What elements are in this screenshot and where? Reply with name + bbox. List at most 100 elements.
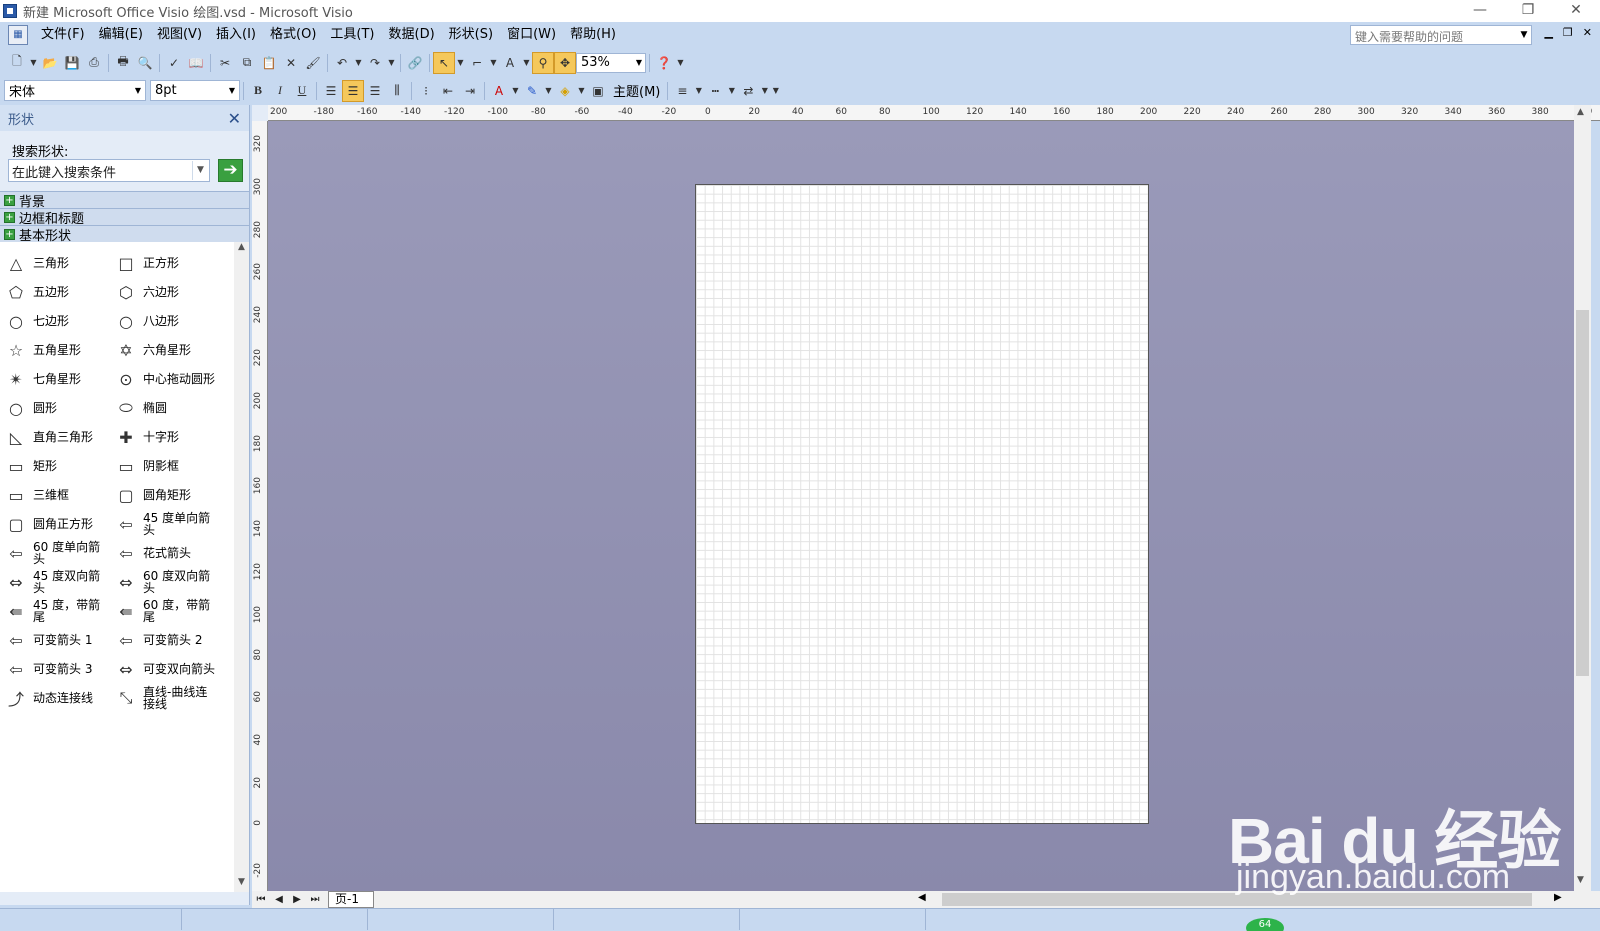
shape-item[interactable]: ▢ 圆角正方形	[0, 509, 112, 539]
stencil-background[interactable]: + 背景	[0, 191, 249, 210]
font-name-dropdown-icon[interactable]: ▼	[135, 86, 141, 95]
menu-window[interactable]: 窗口(W)	[500, 22, 563, 48]
search-shapes-input[interactable]: 在此键入搜索条件	[8, 159, 210, 182]
text-dropdown-icon[interactable]: ▼	[521, 52, 532, 74]
menu-format[interactable]: 格式(O)	[263, 22, 323, 48]
zoom-select[interactable]: 53% ▼	[576, 52, 646, 73]
status-badge[interactable]: 64	[1246, 918, 1284, 931]
line-ends-dropdown-icon[interactable]: ▼	[759, 80, 770, 102]
underline-icon[interactable]: U	[291, 80, 313, 102]
search-go-button[interactable]: ➔	[218, 159, 243, 182]
font-color-icon[interactable]: A	[488, 80, 510, 102]
scroll-left-icon[interactable]: ◀	[918, 892, 926, 903]
vertical-align-icon[interactable]: ⫼	[386, 80, 408, 102]
theme-icon[interactable]: ▣	[587, 80, 609, 102]
shape-item[interactable]: ○ 圆形	[0, 393, 112, 423]
bullets-icon[interactable]: ⁝	[415, 80, 437, 102]
restore-icon[interactable]: ❐	[1504, 0, 1552, 22]
shape-item[interactable]: ⇦ 60 度单向箭头	[0, 538, 112, 568]
toolbar-options-icon[interactable]: ▼	[675, 52, 686, 74]
shape-item[interactable]: ⇦ 花式箭头	[110, 538, 222, 568]
font-size-select[interactable]: 8pt ▼	[150, 80, 240, 101]
print-preview-icon[interactable]: 🔍	[134, 52, 156, 74]
line-color-icon[interactable]: ✎	[521, 80, 543, 102]
shape-item[interactable]: ✴ 七角星形	[0, 364, 112, 394]
print-icon[interactable]: 🖶	[112, 52, 134, 74]
decrease-indent-icon[interactable]: ⇤	[437, 80, 459, 102]
fill-color-dropdown-icon[interactable]: ▼	[576, 80, 587, 102]
align-left-icon[interactable]: ☰	[320, 80, 342, 102]
line-pattern-dropdown-icon[interactable]: ▼	[726, 80, 737, 102]
shape-item[interactable]: ✡ 六角星形	[110, 335, 222, 365]
menu-shape[interactable]: 形状(S)	[442, 22, 500, 48]
menu-insert[interactable]: 插入(I)	[209, 22, 263, 48]
shape-item[interactable]: ⇦ 45 度单向箭头	[110, 509, 222, 539]
doc-restore-icon[interactable]: ❐	[1563, 26, 1573, 39]
shape-item[interactable]: ⇔ 可变双向箭头	[110, 654, 222, 684]
new-icon[interactable]: 🗋	[6, 52, 28, 74]
hyperlink-icon[interactable]: 🔗	[404, 52, 426, 74]
pointer-tool-icon[interactable]: ↖	[433, 51, 455, 74]
document-icon[interactable]: ▦	[8, 25, 28, 45]
undo-icon[interactable]: ↶	[331, 52, 353, 74]
spelling-icon[interactable]: ✓	[163, 52, 185, 74]
connector-tool-icon[interactable]: ⌐	[466, 52, 488, 74]
shape-item[interactable]: ⇔ 45 度双向箭头	[0, 567, 112, 597]
bold-icon[interactable]: B	[247, 80, 269, 102]
first-page-icon[interactable]: ⏮	[252, 894, 270, 905]
shape-item[interactable]: ⇔ 60 度双向箭头	[110, 567, 222, 597]
scroll-thumb[interactable]	[1576, 310, 1589, 676]
line-color-dropdown-icon[interactable]: ▼	[543, 80, 554, 102]
permission-icon[interactable]: ⎙	[83, 52, 105, 74]
italic-icon[interactable]: I	[269, 80, 291, 102]
menu-view[interactable]: 视图(V)	[150, 22, 209, 48]
shapes-scrollbar[interactable]: ▲ ▼	[234, 242, 249, 892]
close-icon[interactable]: ✕	[1552, 0, 1600, 22]
shape-item[interactable]: ○ 七边形	[0, 306, 112, 336]
help-search-input[interactable]: 键入需要帮助的问题	[1350, 25, 1532, 45]
cut-icon[interactable]: ✂	[214, 52, 236, 74]
font-color-dropdown-icon[interactable]: ▼	[510, 80, 521, 102]
align-right-icon[interactable]: ☰	[364, 80, 386, 102]
increase-indent-icon[interactable]: ⇥	[459, 80, 481, 102]
snap-glue-icon[interactable]: ✥	[554, 51, 576, 74]
menu-data[interactable]: 数据(D)	[382, 22, 442, 48]
doc-close-icon[interactable]: ✕	[1583, 26, 1592, 39]
shape-item[interactable]: ⤡ 直线-曲线连接线	[110, 683, 222, 713]
shape-item[interactable]: ⬠ 五边形	[0, 277, 112, 307]
drawing-page[interactable]	[695, 184, 1149, 824]
open-icon[interactable]: 📂	[39, 52, 61, 74]
paste-icon[interactable]: 📋	[258, 52, 280, 74]
stencil-borders-titles[interactable]: + 边框和标题	[0, 208, 249, 227]
shape-item[interactable]: ⇦ 可变箭头 1	[0, 625, 112, 655]
redo-icon[interactable]: ↷	[364, 52, 386, 74]
shape-item[interactable]: ⇚ 45 度，带箭尾	[0, 596, 112, 626]
redo-dropdown-icon[interactable]: ▼	[386, 52, 397, 74]
help-icon[interactable]: ❓	[653, 52, 675, 74]
line-weight-dropdown-icon[interactable]: ▼	[693, 80, 704, 102]
shape-item[interactable]: ⬡ 六边形	[110, 277, 222, 307]
undo-dropdown-icon[interactable]: ▼	[353, 52, 364, 74]
zoom-dropdown-icon[interactable]: ▼	[636, 58, 645, 67]
menu-file[interactable]: 文件(F)	[34, 22, 92, 48]
line-weight-icon[interactable]: ≡	[671, 80, 693, 102]
shape-item[interactable]: ⇦ 可变箭头 2	[110, 625, 222, 655]
doc-minimize-icon[interactable]: ▁	[1544, 26, 1552, 39]
next-page-icon[interactable]: ▶	[288, 894, 306, 905]
drawing-canvas[interactable]	[268, 121, 1574, 891]
copy-icon[interactable]: ⧉	[236, 52, 258, 74]
shape-item[interactable]: ○ 八边形	[110, 306, 222, 336]
last-page-icon[interactable]: ⏭	[306, 894, 324, 905]
shape-item[interactable]: ▭ 三维框	[0, 480, 112, 510]
research-icon[interactable]: 📖	[185, 52, 207, 74]
shape-item[interactable]: ▢ 圆角矩形	[110, 480, 222, 510]
menu-edit[interactable]: 编辑(E)	[92, 22, 150, 48]
shape-item[interactable]: □ 正方形	[110, 248, 222, 278]
fill-color-icon[interactable]: ◈	[554, 80, 576, 102]
shape-item[interactable]: ▭ 阴影框	[110, 451, 222, 481]
search-dropdown-icon[interactable]: ▼	[192, 161, 208, 180]
shape-item[interactable]: ⤴ 动态连接线	[0, 683, 112, 713]
connection-point-icon[interactable]: ⚲	[532, 51, 554, 74]
scroll-up-icon[interactable]: ▲	[1577, 107, 1584, 117]
font-size-dropdown-icon[interactable]: ▼	[229, 86, 235, 95]
